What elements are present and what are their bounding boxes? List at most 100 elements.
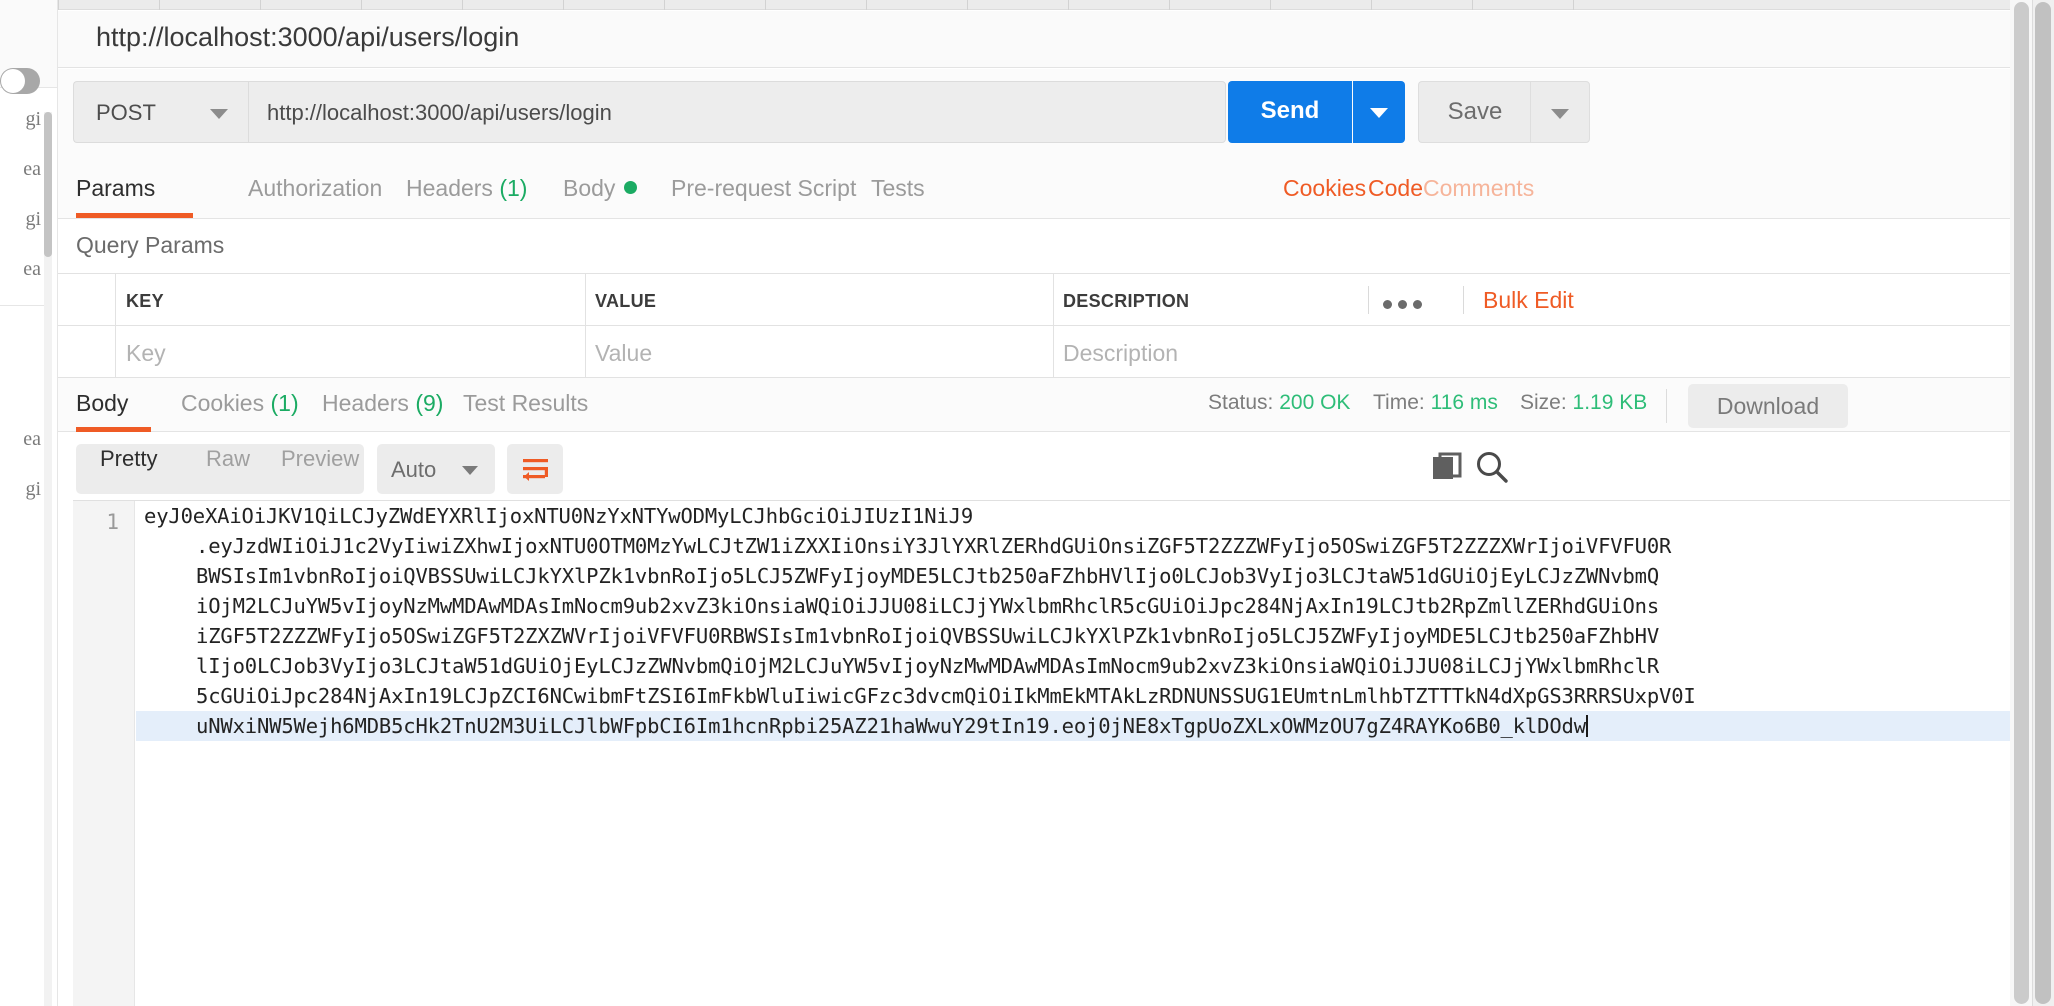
tab-headers-label: Headers	[406, 175, 493, 201]
tab-headers-count: (1)	[499, 175, 528, 201]
response-body-viewer[interactable]: 1 eyJ0eXAiOiJKV1QiLCJyZWdEYXRlIjoxNTU0Nz…	[73, 500, 2032, 1006]
meta-divider	[1666, 389, 1667, 423]
list-item[interactable]: ea	[0, 428, 44, 451]
view-mode-raw[interactable]: Raw	[206, 446, 250, 472]
view-mode-pretty[interactable]: Pretty	[100, 446, 157, 472]
code-line: iOjM2LCJuYW5vIjoyNzMwMDAwMDAsImNocm9ub2x…	[196, 594, 1660, 618]
postman-window: gi ea gi ea ea gi http://localhost:3000/…	[0, 0, 2054, 1006]
query-params-title: Query Params	[76, 232, 225, 258]
tab-authorization-label: Authorization	[248, 175, 383, 201]
line-number-gutter: 1	[73, 501, 135, 1006]
cookies-link[interactable]: Cookies	[1283, 175, 1366, 202]
search-icon	[1477, 452, 1508, 483]
request-response-panel: http://localhost:3000/api/users/login PO…	[58, 0, 2032, 1006]
format-select-label: Auto	[391, 457, 437, 482]
response-tab-headers-count: (9)	[415, 390, 444, 416]
send-options-button[interactable]	[1353, 81, 1405, 143]
list-item[interactable]: gi	[0, 478, 44, 501]
active-response-tab-indicator	[76, 427, 151, 432]
column-header-description: DESCRIPTION	[1063, 291, 1190, 311]
response-tab-headers[interactable]: Headers (9)	[322, 390, 443, 417]
tab-headers[interactable]: Headers (1)	[406, 175, 527, 202]
response-tab-headers-label: Headers	[322, 390, 409, 416]
panel-scrollbar-thumb[interactable]	[2014, 2, 2029, 1004]
body-present-dot-icon	[624, 181, 638, 194]
chevron-down-icon	[462, 466, 478, 475]
key-input[interactable]: Key	[126, 340, 166, 367]
table-row: Key Value Description	[58, 326, 2032, 378]
save-options-button[interactable]	[1530, 81, 1590, 143]
request-tab-strip[interactable]	[58, 0, 2032, 10]
query-params-table: KEY VALUE DESCRIPTION Bulk Edit Key Valu…	[58, 273, 2032, 378]
request-tabs: Params Authorization Headers (1) Body Pr…	[58, 164, 2032, 219]
response-body-text[interactable]: eyJ0eXAiOiJKV1QiLCJyZWdEYXRlIjoxNTU0NzYx…	[136, 501, 2032, 1006]
request-title-bar: http://localhost:3000/api/users/login	[58, 11, 2032, 68]
list-item[interactable]: gi	[0, 108, 44, 131]
code-line-text: uNWxiNW5Wejh6MDB5cHk2TnU2M3UiLCJlbWFpbCI…	[196, 714, 1586, 738]
response-tabs-bar: Body Cookies (1) Headers (9) Test Result…	[58, 377, 2032, 432]
url-input[interactable]: http://localhost:3000/api/users/login	[248, 81, 1226, 143]
search-button[interactable]	[1473, 448, 1511, 486]
code-line: 5cGUiOiJpc284NjAxIn19LCJpZCI6NCwibmFtZSI…	[196, 684, 1696, 708]
value-input[interactable]: Value	[595, 340, 652, 367]
sidebar-scrollbar-thumb[interactable]	[44, 112, 52, 257]
active-tab-indicator	[76, 213, 193, 218]
code-line: eyJ0eXAiOiJKV1QiLCJyZWdEYXRlIjoxNTU0NzYx…	[144, 504, 974, 528]
left-sidebar: gi ea gi ea ea gi	[0, 0, 58, 1006]
text-cursor-icon	[1585, 715, 1588, 737]
word-wrap-button[interactable]	[507, 444, 563, 494]
code-line: .eyJzdWIiOiJ1c2VyIiwiZXhwIjoxNTU0OTM0MzY…	[196, 534, 1672, 558]
window-scrollbar-thumb[interactable]	[2035, 2, 2051, 1004]
list-item[interactable]: ea	[0, 258, 44, 281]
response-tab-test-results[interactable]: Test Results	[463, 390, 588, 417]
response-tab-body[interactable]: Body	[76, 390, 128, 417]
http-method-select[interactable]: POST	[73, 81, 248, 143]
response-viewer-toolbar: Pretty Raw Preview Auto	[58, 433, 2032, 501]
view-mode-preview[interactable]: Preview	[281, 446, 359, 472]
list-item[interactable]: gi	[0, 208, 44, 231]
format-select[interactable]: Auto	[377, 444, 495, 494]
response-tab-cookies-label: Cookies	[181, 390, 265, 416]
code-line: BWSIsIm1vbnRoIjoiQVBSSUwiLCJkYXlPZk1vbnR…	[196, 564, 1660, 588]
comments-link[interactable]: Comments	[1423, 175, 1534, 202]
time-value: 116 ms	[1430, 391, 1498, 414]
copy-icon	[1433, 452, 1462, 479]
tab-authorization[interactable]: Authorization	[248, 175, 382, 202]
tab-body[interactable]: Body	[563, 175, 638, 202]
time-badge: Time: 116 ms	[1373, 391, 1498, 415]
response-tab-cookies[interactable]: Cookies (1)	[181, 390, 299, 417]
tab-params[interactable]: Params	[76, 175, 155, 202]
status-badge: Status: 200 OK	[1208, 391, 1350, 415]
table-header-row: KEY VALUE DESCRIPTION Bulk Edit	[58, 274, 2032, 326]
url-input-value: http://localhost:3000/api/users/login	[267, 100, 612, 125]
download-button-label: Download	[1716, 393, 1820, 419]
size-label: Size:	[1520, 391, 1567, 414]
chevron-down-icon	[210, 109, 228, 119]
save-button[interactable]: Save	[1418, 81, 1530, 143]
column-header-value: VALUE	[595, 291, 657, 311]
tab-pre-request-script[interactable]: Pre-request Script	[671, 175, 856, 202]
description-input[interactable]: Description	[1063, 340, 1178, 367]
ellipsis-icon[interactable]	[1383, 296, 1428, 314]
list-item[interactable]: ea	[0, 158, 44, 181]
toggle-knob-icon	[1, 69, 25, 93]
code-link[interactable]: Code	[1368, 175, 1423, 202]
send-button-label: Send	[1260, 97, 1320, 124]
response-tab-cookies-count: (1)	[270, 390, 299, 416]
chevron-down-icon	[1551, 109, 1569, 119]
sidebar-divider	[0, 305, 44, 306]
bulk-edit-button[interactable]: Bulk Edit	[1483, 287, 1574, 314]
tab-tests[interactable]: Tests	[871, 175, 925, 202]
download-button[interactable]: Download	[1688, 384, 1848, 428]
time-label: Time:	[1373, 391, 1425, 414]
page-title: http://localhost:3000/api/users/login	[96, 22, 520, 52]
code-line: lIjo0LCJob3VyIjo3LCJtaW51dGUiOjEyLCJzZWN…	[196, 654, 1660, 678]
copy-button[interactable]	[1430, 450, 1464, 484]
status-label: Status:	[1208, 391, 1274, 414]
line-number: 1	[106, 510, 119, 534]
tab-body-label: Body	[563, 175, 616, 201]
word-wrap-icon	[523, 459, 548, 481]
send-button[interactable]: Send	[1228, 81, 1352, 143]
chevron-down-icon	[1370, 108, 1388, 118]
sidebar-toggle-switch[interactable]	[0, 68, 40, 94]
